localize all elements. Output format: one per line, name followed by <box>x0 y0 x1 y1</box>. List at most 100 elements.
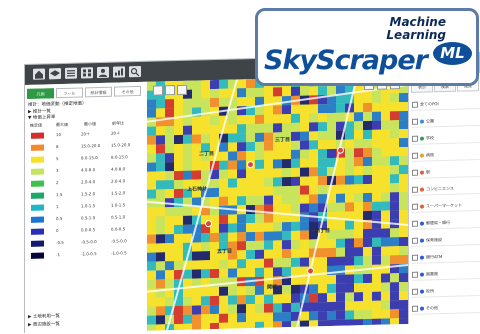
heatmap-cell <box>273 222 282 232</box>
heatmap-cell <box>255 231 264 241</box>
checkbox-icon[interactable] <box>412 169 418 176</box>
section-facilities[interactable]: ▶ 周辺施設一覧 <box>28 322 60 329</box>
poi-toggle-item[interactable]: コンビニエンス <box>412 182 480 196</box>
heatmap-cell <box>192 260 201 270</box>
heatmap-cell <box>318 86 327 96</box>
heatmap-cell <box>165 252 174 262</box>
heatmap-cell <box>390 246 399 256</box>
heatmap-cell <box>210 97 219 108</box>
legend-range-b: 15.0-20.0 <box>111 142 131 148</box>
section-legend[interactable]: ▼ 地価上昇率 <box>28 115 55 122</box>
tab-stats[interactable]: 統計情報 <box>85 86 112 98</box>
heatmap-cell <box>399 128 408 139</box>
map-view[interactable]: 二丁目 三丁目 四丁目 五丁目 上石神井 関町 <box>147 74 408 331</box>
heatmap-cell <box>390 300 399 310</box>
heatmap-cell <box>399 236 408 247</box>
heatmap-cell <box>318 176 327 186</box>
heatmap-cell <box>228 151 237 161</box>
checkbox-icon[interactable] <box>412 271 418 278</box>
layer-icon[interactable] <box>49 68 61 80</box>
checkbox-icon[interactable] <box>412 305 418 312</box>
heatmap-cell <box>327 85 336 96</box>
poi-toggle-item[interactable]: 公園 <box>412 114 480 128</box>
heatmap-cell <box>219 232 228 242</box>
heatmap-cell <box>291 122 300 133</box>
heatmap-cell <box>282 321 291 331</box>
heatmap-cell <box>291 140 300 151</box>
heatmap-cell <box>318 167 327 177</box>
checkbox-icon[interactable] <box>412 186 418 193</box>
checkbox-icon[interactable] <box>412 101 418 108</box>
heatmap-cell <box>174 323 183 331</box>
pin-map-icon[interactable] <box>165 85 175 96</box>
heatmap-cell <box>336 247 345 257</box>
heatmap-cell <box>327 274 336 285</box>
heatmap-cell <box>255 222 264 232</box>
poi-label: 駅 <box>426 169 430 175</box>
search-icon[interactable] <box>129 65 141 78</box>
section-landuse[interactable]: ▶ 土地利用一覧 <box>28 314 60 321</box>
poi-toggle-item[interactable]: 図書館 <box>412 267 480 281</box>
settings-map-icon[interactable] <box>177 84 187 95</box>
checkbox-icon[interactable] <box>412 254 418 261</box>
poi-toggle-item[interactable]: 役所 <box>412 284 480 298</box>
chart-icon[interactable] <box>113 66 125 78</box>
list-icon[interactable] <box>65 67 77 79</box>
poi-toggle-item[interactable]: スーパーマーケット <box>412 199 480 213</box>
poi-toggle-item[interactable]: 銀行ATM <box>412 250 480 264</box>
heatmap-cell <box>399 146 408 157</box>
legend-range-a: 0.0-0.5 <box>81 227 96 233</box>
poi-toggle-item[interactable]: 郵便局・銀行 <box>412 216 480 230</box>
heatmap-cell <box>201 296 210 306</box>
heatmap-cell <box>174 215 183 226</box>
poi-toggle-item[interactable]: その他 <box>412 301 480 315</box>
poi-toggle-item[interactable]: 駅 <box>412 165 480 179</box>
heatmap-cell <box>147 189 156 199</box>
legend-range-b: 20＋ <box>111 130 121 136</box>
heatmap-cell <box>345 148 354 158</box>
tab-other[interactable]: その他 <box>114 85 141 97</box>
checkbox-icon[interactable] <box>412 135 418 142</box>
tab-legend[interactable]: 凡例 <box>27 88 54 99</box>
heatmap-cell <box>246 150 255 161</box>
heatmap-cell <box>246 87 255 98</box>
heatmap-cell <box>300 221 309 231</box>
checkbox-icon[interactable] <box>412 203 418 210</box>
heatmap-cell <box>300 248 309 258</box>
heatmap-cell <box>210 79 219 90</box>
poi-toggle-item[interactable]: 学校 <box>412 131 480 145</box>
tab-tools[interactable]: ツール <box>56 87 83 99</box>
checkbox-icon[interactable] <box>412 237 418 244</box>
grid-icon[interactable] <box>81 67 93 79</box>
heatmap-cell <box>372 93 381 103</box>
poi-toggle-item[interactable]: 保育施設 <box>412 233 480 247</box>
heatmap-cell <box>318 131 327 141</box>
checkbox-icon[interactable] <box>412 152 418 159</box>
checkbox-icon[interactable] <box>412 118 418 125</box>
checkbox-icon[interactable] <box>412 288 418 295</box>
home-icon[interactable] <box>33 68 45 80</box>
poi-category-icon <box>420 153 424 158</box>
heatmap-cell <box>219 295 228 305</box>
heatmap-cell <box>381 318 390 328</box>
poi-toggle-item[interactable]: 全てのPOI <box>412 97 480 111</box>
map-label: 三丁目 <box>275 137 291 144</box>
heatmap-cell <box>372 201 381 211</box>
heatmap-cell <box>399 281 408 292</box>
heatmap-cell <box>183 224 192 234</box>
heatmap-cell <box>336 292 345 302</box>
heatmap-cell <box>237 124 246 134</box>
heatmap-cell <box>363 183 372 194</box>
heatmap-cell <box>228 142 237 152</box>
heatmap-cell <box>147 180 156 190</box>
checkbox-icon[interactable] <box>412 220 418 227</box>
legend-range-b: -1.0-0.5 <box>111 250 127 256</box>
heatmap-cell <box>156 135 165 145</box>
heatmap-cell <box>201 260 210 270</box>
heatmap-cell <box>300 131 309 141</box>
layers-map-icon[interactable] <box>153 85 163 96</box>
heatmap[interactable] <box>147 74 408 331</box>
poi-toggle-item[interactable]: 病院 <box>412 148 480 162</box>
user-icon[interactable] <box>97 66 109 79</box>
heatmap-cell <box>264 195 273 205</box>
